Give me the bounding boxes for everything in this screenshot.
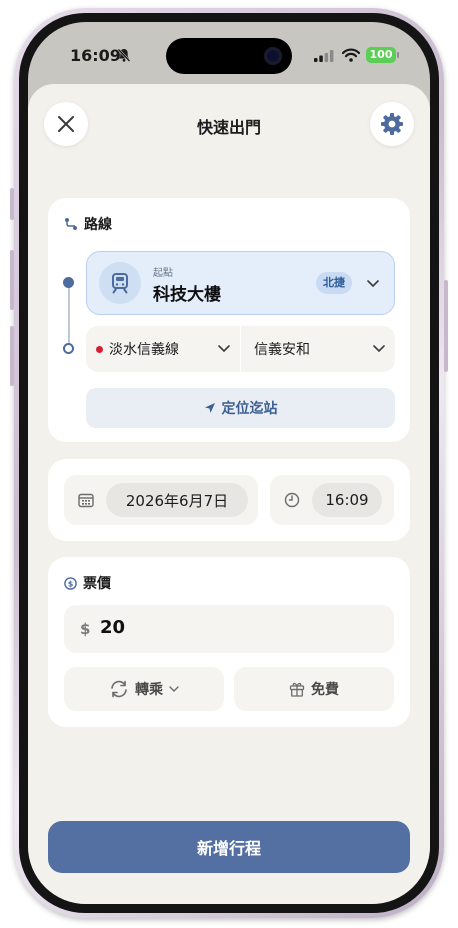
settings-button[interactable] xyxy=(370,102,414,146)
fare-label: 票價 xyxy=(83,576,111,592)
add-trip-button[interactable]: 新增行程 xyxy=(48,821,410,873)
power-button xyxy=(444,280,448,372)
bell-slash-icon xyxy=(117,48,131,62)
chevron-down-icon xyxy=(169,685,179,692)
fare-value: 20 xyxy=(100,617,126,638)
chevron-down-icon xyxy=(373,345,385,353)
fare-card: $ 票價 $ 20 轉乘 免費 xyxy=(48,557,410,727)
route-label: 路線 xyxy=(84,217,112,233)
transfer-arrows-icon xyxy=(111,680,127,698)
time-picker[interactable]: 16:09 xyxy=(312,483,382,517)
volume-down-button xyxy=(10,326,14,386)
locate-station-button[interactable]: 定位迄站 xyxy=(86,388,395,428)
battery-tip xyxy=(397,52,399,58)
transit-system-badge: 北捷 xyxy=(316,272,352,294)
gift-icon xyxy=(289,682,305,697)
calendar-icon xyxy=(78,493,94,508)
route-card: 路線 起點 科技大樓 北捷 淡水信義線 信義安和 定位迄站 xyxy=(48,198,410,442)
signal-icon xyxy=(314,50,334,62)
fare-input[interactable]: $ 20 xyxy=(64,605,394,653)
train-icon xyxy=(112,273,128,294)
clock-icon xyxy=(284,492,300,508)
destination-dot xyxy=(63,343,74,354)
origin-selector[interactable]: 起點 科技大樓 北捷 xyxy=(86,251,395,315)
coin-icon: $ xyxy=(64,576,77,590)
free-fare-button[interactable]: 免費 xyxy=(234,667,394,711)
fare-section-header: $ 票價 xyxy=(64,573,111,593)
train-icon-bubble xyxy=(99,262,141,304)
date-picker[interactable]: 2026年6月7日 xyxy=(106,483,248,517)
date-picker-row: 2026年6月7日 xyxy=(64,475,258,525)
line-name: 淡水信義線 xyxy=(109,342,179,358)
destination-station-selector[interactable]: 信義安和 xyxy=(241,326,395,372)
destination-station-name: 信義安和 xyxy=(254,342,310,358)
chevron-down-icon xyxy=(218,345,230,353)
free-fare-label: 免費 xyxy=(311,682,339,698)
battery-indicator: 100 xyxy=(366,47,396,63)
origin-dot xyxy=(63,277,74,288)
transfer-label: 轉乘 xyxy=(135,682,163,698)
location-arrow-icon xyxy=(204,403,215,413)
status-time: 16:09 xyxy=(70,46,121,65)
origin-caption: 起點 xyxy=(153,268,173,279)
line-color-dot xyxy=(96,345,103,353)
route-icon xyxy=(65,218,77,230)
route-section-header: 路線 xyxy=(64,214,112,234)
currency-symbol: $ xyxy=(80,620,91,638)
route-timeline xyxy=(68,282,70,348)
quick-departure-sheet: 快速出門 路線 起點 科技大樓 北捷 淡水信義線 信義安和 定位迄站 2026年… xyxy=(28,84,430,904)
gear-icon xyxy=(381,113,403,135)
action-button xyxy=(10,188,14,220)
locate-station-label: 定位迄站 xyxy=(221,401,278,417)
camera-icon xyxy=(264,47,282,65)
origin-station-name: 科技大樓 xyxy=(153,285,221,305)
chevron-down-icon xyxy=(367,280,379,288)
svg-text:$: $ xyxy=(68,579,74,588)
volume-up-button xyxy=(10,250,14,310)
datetime-card: 2026年6月7日 16:09 xyxy=(48,459,410,541)
transfer-button[interactable]: 轉乘 xyxy=(64,667,224,711)
line-selector[interactable]: 淡水信義線 xyxy=(86,326,240,372)
screen: 16:09 100 快速出門 路線 起點 科技大樓 北捷 淡水信義線 信義安和 … xyxy=(28,22,430,904)
wifi-icon xyxy=(342,48,360,62)
time-picker-row: 16:09 xyxy=(270,475,394,525)
